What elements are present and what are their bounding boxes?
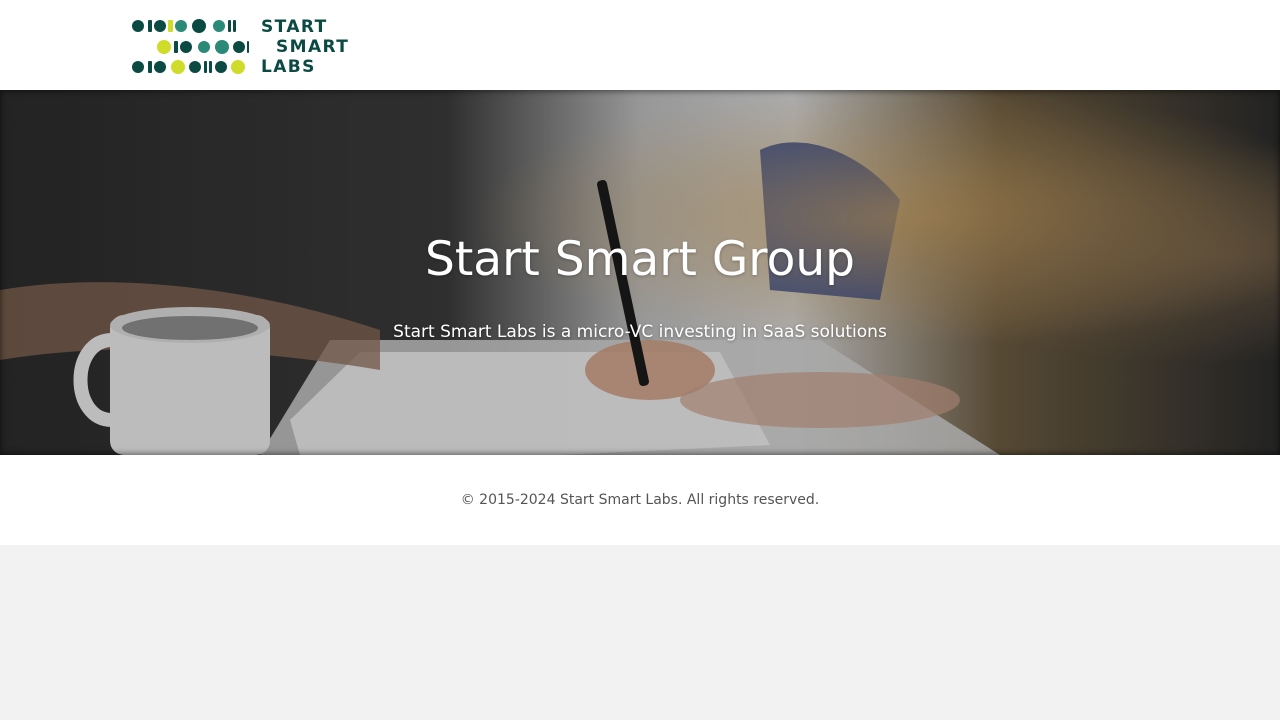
site-footer: © 2015-2024 Start Smart Labs. All rights… (0, 455, 1280, 545)
logo-wordmark: START SMART LABS (261, 17, 349, 77)
logo-link[interactable]: START SMART LABS (131, 16, 351, 78)
logo-line-labs: LABS (261, 57, 316, 77)
page-background (0, 545, 1280, 720)
logo-line-start: START (261, 17, 328, 37)
hero-subtitle: Start Smart Labs is a micro-VC investing… (393, 322, 887, 342)
hero-title: Start Smart Group (425, 232, 855, 287)
logo-line-smart: SMART (276, 37, 350, 57)
hero-banner: Start Smart Group Start Smart Labs is a … (0, 90, 1280, 455)
copyright-text: © 2015-2024 Start Smart Labs. All rights… (460, 492, 820, 508)
site-header: START SMART LABS (0, 0, 1280, 90)
logo-dots-icon (132, 19, 249, 74)
